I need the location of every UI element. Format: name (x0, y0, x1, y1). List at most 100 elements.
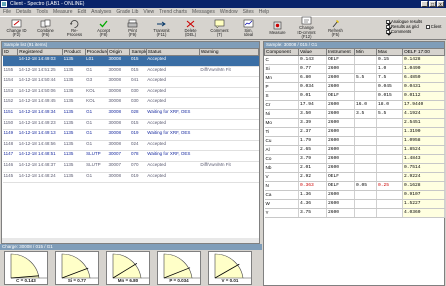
component-row[interactable]: P 0.034 2600 0.045 0.0431 (264, 82, 445, 92)
component-row[interactable]: Si 0.77 2600 1.0 1.0490 (264, 64, 445, 74)
menu-help[interactable]: Help (259, 8, 269, 16)
component-cell-last: 1.5227 (402, 199, 445, 209)
refresh-button[interactable]: Refresh (F5) (321, 17, 350, 39)
combine-button[interactable]: Combine (F6) (31, 17, 60, 39)
component-row[interactable]: Mn 6.80 2600 5.5 7.5 6.4850 (264, 73, 445, 83)
sample-col-header[interactable]: Product (62, 48, 86, 56)
toolbar: Change ID (F2) Combine (F6) Re- Process Accept… (0, 16, 446, 40)
sample-col-header[interactable]: Registered (17, 48, 64, 56)
sample-cell-sample: 015 (129, 119, 147, 131)
component-row[interactable]: Cr 17.94 2600 16.0 18.0 17.9440 (264, 100, 445, 110)
component-col-header[interactable]: Min (354, 48, 377, 56)
menu-trend-charts[interactable]: Trend charts (159, 8, 187, 16)
component-row[interactable]: V 2.92 OELF 2.9224 (264, 172, 445, 182)
sample-col-header[interactable]: ID (1, 48, 19, 56)
sample-row[interactable]: 1147 14-12-18 14:48:51 1135 SLUTP 30007 078 Wa… (2, 150, 259, 162)
component-cell-v: 2.92 (298, 172, 327, 182)
sample-cell-proc: G1 (85, 119, 108, 131)
analogue-results-checkbox[interactable] (386, 19, 390, 24)
component-cell-i: OELF (326, 91, 355, 101)
client-checkbox[interactable] (425, 24, 430, 29)
component-col-header[interactable]: Component (264, 48, 299, 56)
sample-cell-origin: 30008 (107, 87, 130, 99)
component-cell-max: 18.0 (376, 100, 403, 110)
sample-col-header[interactable]: Origin (107, 48, 131, 56)
sample-row[interactable]: 1151 14-12-18 14:49:34 1135 G1 30008 028 Waiti… (2, 108, 259, 120)
sample-col-header[interactable]: Warning (198, 48, 260, 56)
component-cell-i: 2600 (326, 73, 355, 83)
sample-col-header[interactable]: Status (145, 48, 200, 56)
print-button[interactable]: Print (F9) (118, 17, 147, 39)
sample-row[interactable]: 1149 14-12-18 14:49:13 1135 G1 30008 019 Waiti… (2, 129, 259, 141)
sample-col-header[interactable]: Procedure (84, 48, 109, 56)
sample-row[interactable]: 1145 14-12-18 14:48:24 1135 G1 30008 019 Accep… (2, 172, 259, 184)
menu-messages[interactable]: Messages (192, 8, 215, 16)
measure-button[interactable]: Measure (263, 17, 292, 39)
printer-icon (127, 19, 138, 28)
results-as-grid-checkbox[interactable] (386, 24, 390, 29)
gauge-dial (112, 253, 149, 279)
change-id-button[interactable]: Change ID (F2) (2, 17, 31, 39)
component-row[interactable]: S 0.01 OELF 0.015 0.0112 (264, 91, 445, 101)
menu-window[interactable]: Window (220, 8, 238, 16)
menu-sites[interactable]: Sites (243, 8, 254, 16)
component-row[interactable]: Al 2.65 2600 1.8524 (264, 145, 445, 155)
close-button[interactable]: x (437, 1, 444, 8)
sample-row[interactable]: 1153 14-12-18 14:50:06 1135 KOL 30008 030 Acce… (2, 87, 259, 99)
menu-details[interactable]: Details (16, 8, 31, 16)
component-row[interactable]: W 4.36 2600 1.5227 (264, 199, 445, 209)
sample-row[interactable]: 1148 14-12-18 14:48:56 1135 G1 30008 024 Accep… (2, 140, 259, 152)
component-col-header[interactable]: OELF 17:00 (402, 48, 445, 56)
menu-grade-lib[interactable]: Grade Lib (116, 8, 138, 16)
comments-checkbox[interactable] (386, 30, 390, 34)
component-row[interactable]: Ca 1.36 2600 0.9107 (264, 190, 445, 200)
sample-row[interactable]: 1152 14-12-18 14:49:45 1135 KOL 30008 030 Acce… (2, 97, 259, 109)
edit-icon (11, 19, 22, 28)
menu-edit[interactable]: Edit (78, 8, 87, 16)
component-row[interactable]: Ti 2.37 2600 1.3190 (264, 127, 445, 137)
menu-view[interactable]: View (143, 8, 154, 16)
component-row[interactable]: N 0.363 OELF 0.05 0.25 0.1628 (264, 181, 445, 191)
sample-cell-status: Accepted (146, 172, 200, 184)
maximize-button[interactable]: □ (429, 1, 436, 8)
comment-button[interactable]: Comment (T) (205, 17, 234, 39)
delete-icon (185, 19, 196, 28)
component-row[interactable]: C 0.143 OELF 0.15 0.1428 (264, 55, 445, 65)
sample-list-h-scrollbar[interactable] (2, 238, 259, 243)
menu-file[interactable]: File (3, 8, 11, 16)
sim-ideal-button[interactable]: Sim. Ideal (234, 17, 263, 39)
toolbar-button-key: Ideal (243, 32, 254, 37)
sample-row[interactable]: 1150 14-12-18 14:49:23 1135 G1 30008 015 Accep… (2, 119, 259, 131)
sample-col-header[interactable]: Sample (129, 48, 147, 56)
component-row[interactable]: Co 3.79 2600 1.4843 (264, 154, 445, 164)
sample-row[interactable]: 14-12-18 14:49:03 1135 L01 30008 015 Accepted (2, 55, 259, 67)
sample-cell-warning (199, 150, 259, 162)
sample-cell-origin: 30008 (107, 172, 130, 184)
delete-button[interactable]: Delete (DEL) (176, 17, 205, 39)
component-row[interactable]: Cu 1.79 2600 1.0958 (264, 136, 445, 146)
toolbar-button-key: (F5) (331, 32, 340, 37)
component-row[interactable]: Mo 3.39 2600 2.5451 (264, 118, 445, 128)
minimize-button[interactable]: _ (421, 1, 428, 8)
component-row[interactable]: Y 3.75 2600 4.0360 (264, 208, 445, 218)
change-id-comment-button[interactable]: Change ID-cmmnt (F12) (292, 16, 321, 39)
menu-analyses[interactable]: Analyses (91, 8, 111, 16)
component-col-header[interactable]: Max (376, 48, 403, 56)
component-col-header[interactable]: Value (298, 48, 327, 56)
transmit-button[interactable]: Transmit (F11) (147, 17, 176, 39)
component-cell-v: 2.65 (298, 145, 327, 155)
gauge-dial (163, 253, 200, 279)
sample-row[interactable]: 1155 14-12-18 14:51:25 1135 G1 30008 015 Accep… (2, 66, 259, 78)
component-cell-max: 0.015 (376, 91, 403, 101)
component-row[interactable]: Ni 3.50 2600 3.5 5.5 4.1924 (264, 109, 445, 119)
component-cell-max (376, 199, 403, 209)
component-row[interactable]: Nb 2.01 2600 0.7514 (264, 163, 445, 173)
accept-button[interactable]: Accept (F8) (89, 17, 118, 39)
component-col-header[interactable]: Instrument (326, 48, 355, 56)
menu-measure[interactable]: Measure (53, 8, 72, 16)
sample-row[interactable]: 1146 14-12-18 14:48:37 1135 SLUTP 30007 070 Ac… (2, 161, 259, 173)
sample-row[interactable]: 1154 14-12-18 14:50:44 1135 G3 30008 041 Accep… (2, 76, 259, 88)
toolbar-button-key: (F6) (41, 32, 50, 37)
menu-tools[interactable]: Tools (36, 8, 48, 16)
reprocess-button[interactable]: Re- Process (60, 17, 89, 39)
